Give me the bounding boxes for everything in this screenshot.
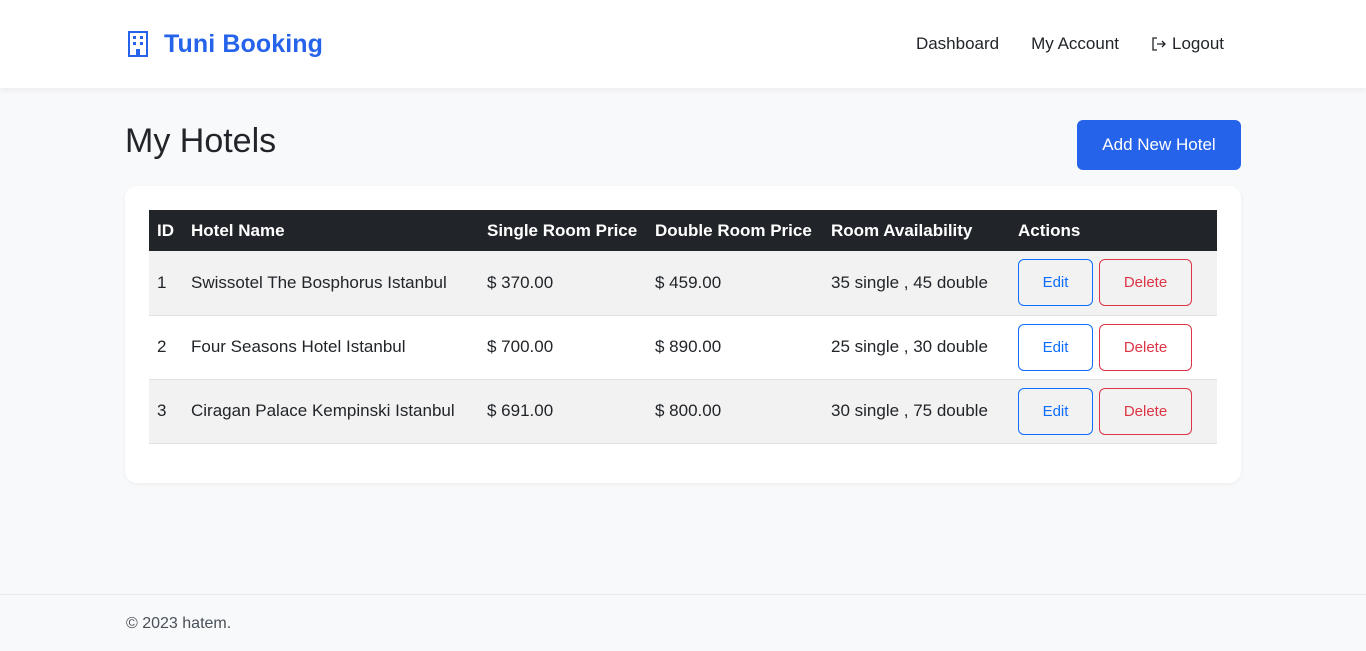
brand-name: Tuni Booking <box>164 29 324 58</box>
cell-id: 2 <box>157 337 167 356</box>
edit-button[interactable]: Edit <box>1018 259 1093 307</box>
cell-actions: Edit Delete <box>1010 251 1217 315</box>
cell-single-price: $ 691.00 <box>487 401 554 420</box>
brand-link[interactable]: Tuni Booking <box>126 28 323 60</box>
footer-copyright: © 2023 hatem. <box>126 615 232 632</box>
page-title: My Hotels <box>125 122 277 160</box>
logout-icon <box>1152 37 1166 51</box>
cell-hotel-name: Four Seasons Hotel Istanbul <box>191 337 406 356</box>
table-row: 1 Swissotel The Bosphorus Istanbul $ 370… <box>149 251 1217 315</box>
cell-actions: Edit Delete <box>1010 379 1217 443</box>
header-availability: Room Availability <box>831 220 973 240</box>
edit-button[interactable]: Edit <box>1018 387 1093 435</box>
nav-logout[interactable]: Logout <box>1151 33 1224 55</box>
edit-button[interactable]: Edit <box>1018 323 1093 371</box>
cell-actions: Edit Delete <box>1010 315 1217 379</box>
table-header-row: ID Hotel Name Single Room Price Double R… <box>149 210 1217 251</box>
navbar: Tuni Booking Dashboard My Account Logout <box>0 0 1366 88</box>
delete-button[interactable]: Delete <box>1099 323 1192 371</box>
hotels-card: ID Hotel Name Single Room Price Double R… <box>125 186 1241 483</box>
cell-double-price: $ 800.00 <box>655 401 722 420</box>
cell-availability: 30 single , 75 double <box>831 401 988 420</box>
cell-hotel-name: Ciragan Palace Kempinski Istanbul <box>191 401 455 420</box>
header-single-price: Single Room Price <box>487 220 638 240</box>
hotels-table: ID Hotel Name Single Room Price Double R… <box>149 210 1217 444</box>
add-new-hotel-button[interactable]: Add New Hotel <box>1077 120 1241 170</box>
nav-links: Dashboard My Account Logout <box>916 33 1224 55</box>
header-hotel-name: Hotel Name <box>191 220 285 240</box>
cell-single-price: $ 700.00 <box>487 337 554 356</box>
header-actions: Actions <box>1018 220 1081 240</box>
footer: © 2023 hatem. <box>0 594 1366 651</box>
cell-hotel-name: Swissotel The Bosphorus Istanbul <box>191 272 447 292</box>
table-row: 3 Ciragan Palace Kempinski Istanbul $ 69… <box>149 379 1217 443</box>
nav-dashboard[interactable]: Dashboard <box>916 33 999 55</box>
cell-availability: 25 single , 30 double <box>831 337 988 356</box>
table-row: 2 Four Seasons Hotel Istanbul $ 700.00 $… <box>149 315 1217 379</box>
cell-availability: 35 single , 45 double <box>831 272 988 292</box>
cell-single-price: $ 370.00 <box>487 272 554 292</box>
cell-double-price: $ 890.00 <box>655 337 722 356</box>
cell-id: 3 <box>157 401 167 420</box>
nav-my-account[interactable]: My Account <box>1031 33 1119 55</box>
header-double-price: Double Room Price <box>655 220 812 240</box>
cell-id: 1 <box>157 272 167 292</box>
delete-button[interactable]: Delete <box>1099 259 1192 307</box>
nav-logout-label: Logout <box>1172 34 1224 53</box>
header-id: ID <box>157 220 174 240</box>
building-icon <box>128 31 148 57</box>
cell-double-price: $ 459.00 <box>655 272 722 292</box>
delete-button[interactable]: Delete <box>1099 387 1192 435</box>
